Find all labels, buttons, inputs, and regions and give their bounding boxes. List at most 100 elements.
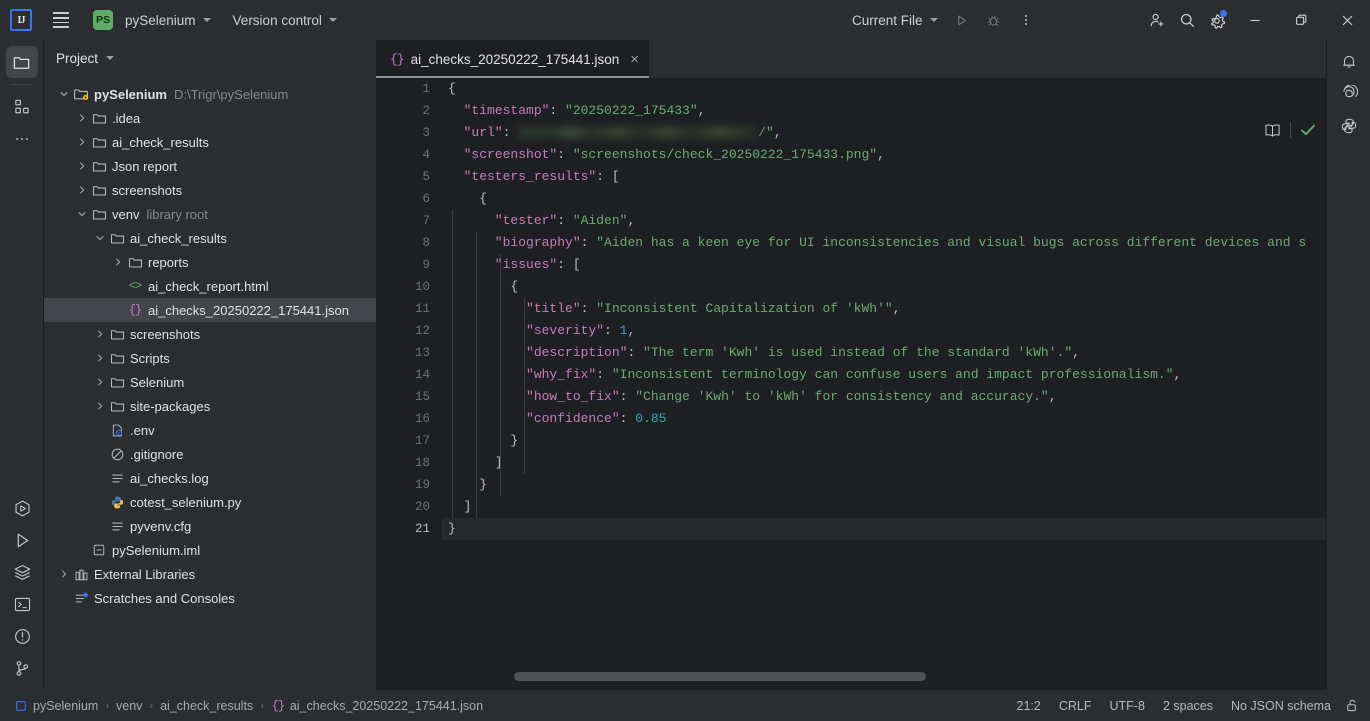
line-separator[interactable]: CRLF <box>1059 699 1092 713</box>
python-packages-icon[interactable] <box>1333 110 1365 142</box>
code-line[interactable]: "url": /", <box>442 122 1326 144</box>
line-number[interactable]: 15 <box>376 386 442 408</box>
tree-row[interactable]: .env <box>44 418 376 442</box>
line-number[interactable]: 19 <box>376 474 442 496</box>
code-line[interactable]: { <box>442 188 1326 210</box>
project-selector[interactable]: PS pySelenium <box>86 7 218 33</box>
hamburger-menu-icon[interactable] <box>46 5 76 35</box>
code-line[interactable]: { <box>442 78 1326 100</box>
line-number[interactable]: 7 <box>376 210 442 232</box>
ai-assistant-icon[interactable] <box>1333 78 1365 110</box>
chevron-right-icon[interactable] <box>74 182 90 198</box>
inspections-ok-checkmark-icon[interactable] <box>1300 123 1316 137</box>
minimize-icon[interactable] <box>1232 0 1278 40</box>
chevron-right-icon[interactable] <box>92 350 108 366</box>
chevron-right-icon[interactable] <box>74 110 90 126</box>
code-line[interactable]: ] <box>442 452 1326 474</box>
tree-row[interactable]: pySelenium.iml <box>44 538 376 562</box>
line-number[interactable]: 14 <box>376 364 442 386</box>
json-schema-widget[interactable]: No JSON schema <box>1231 699 1331 713</box>
sidebar-item-run[interactable] <box>6 524 38 556</box>
breadcrumb-item[interactable]: venv <box>116 699 142 713</box>
caret-position[interactable]: 21:2 <box>1017 699 1041 713</box>
line-number[interactable]: 16 <box>376 408 442 430</box>
tree-row[interactable]: Scratches and Consoles <box>44 586 376 610</box>
code-line[interactable]: } <box>442 430 1326 452</box>
tree-row[interactable]: .gitignore <box>44 442 376 466</box>
tree-row[interactable]: Scripts <box>44 346 376 370</box>
line-number[interactable]: 12 <box>376 320 442 342</box>
sidebar-item-services[interactable] <box>6 556 38 588</box>
run-configuration-selector[interactable]: Current File <box>845 7 945 33</box>
chevron-right-icon[interactable] <box>92 374 108 390</box>
reading-mode-book-icon[interactable] <box>1264 123 1281 138</box>
chevron-down-icon[interactable] <box>92 230 108 246</box>
sidebar-item-coverage[interactable] <box>6 492 38 524</box>
breadcrumb-item[interactable]: {} ai_checks_20250222_175441.json <box>271 699 483 713</box>
search-icon[interactable] <box>1172 5 1202 35</box>
code-line[interactable]: "issues": [ <box>442 254 1326 276</box>
line-number[interactable]: 1 <box>376 78 442 100</box>
line-number[interactable]: 21 <box>376 518 442 540</box>
line-number[interactable]: 10 <box>376 276 442 298</box>
code-content[interactable]: { "timestamp": "20250222_175433", "url":… <box>442 78 1326 690</box>
breadcrumb-item[interactable]: ai_check_results <box>160 699 253 713</box>
code-line[interactable]: "why_fix": "Inconsistent terminology can… <box>442 364 1326 386</box>
sidebar-item-terminal[interactable] <box>6 588 38 620</box>
line-number[interactable]: 9 <box>376 254 442 276</box>
breadcrumb[interactable]: pySelenium › venv › ai_check_results › {} ai_ch… <box>0 699 483 713</box>
code-line[interactable]: { <box>442 276 1326 298</box>
close-icon[interactable] <box>1324 0 1370 40</box>
tree-row[interactable]: ai_check_results <box>44 226 376 250</box>
chevron-down-icon[interactable] <box>56 86 72 102</box>
ij-logo-icon[interactable]: IJ <box>10 9 32 31</box>
line-number[interactable]: 13 <box>376 342 442 364</box>
line-number[interactable]: 17 <box>376 430 442 452</box>
version-control-widget[interactable]: Version control <box>226 7 344 33</box>
code-line[interactable]: "testers_results": [ <box>442 166 1326 188</box>
tree-row[interactable]: screenshots <box>44 178 376 202</box>
horizontal-scrollbar-thumb[interactable] <box>514 672 926 681</box>
code-line[interactable]: } <box>442 518 1326 540</box>
code-line[interactable]: "timestamp": "20250222_175433", <box>442 100 1326 122</box>
file-encoding[interactable]: UTF-8 <box>1110 699 1145 713</box>
sidebar-item-more-tool-windows[interactable] <box>6 123 38 155</box>
line-number[interactable]: 4 <box>376 144 442 166</box>
line-number[interactable]: 6 <box>376 188 442 210</box>
code-line[interactable]: "biography": "Aiden has a keen eye for U… <box>442 232 1326 254</box>
chevron-right-icon[interactable] <box>74 158 90 174</box>
line-number[interactable]: 5 <box>376 166 442 188</box>
maximize-icon[interactable] <box>1278 0 1324 40</box>
close-tab-icon[interactable]: × <box>630 52 639 67</box>
code-line[interactable]: "severity": 1, <box>442 320 1326 342</box>
code-line[interactable]: "title": "Inconsistent Capitalization of… <box>442 298 1326 320</box>
line-number-gutter[interactable]: 1 2 3 4 5 6 7 8 9 10 11 12 13 14 15 16 17 18 19 20 21 <box>376 78 442 690</box>
tree-row[interactable]: Selenium <box>44 370 376 394</box>
sidebar-item-structure[interactable] <box>6 91 38 123</box>
tree-row[interactable]: ai_check_results <box>44 130 376 154</box>
sidebar-item-version-control[interactable] <box>6 652 38 684</box>
notifications-bell-icon[interactable] <box>1333 46 1365 78</box>
tree-row[interactable]: Json report <box>44 154 376 178</box>
chevron-down-icon[interactable] <box>74 206 90 222</box>
sidebar-item-problems[interactable] <box>6 620 38 652</box>
settings-gear-icon[interactable] <box>1202 5 1232 35</box>
indent-setting[interactable]: 2 spaces <box>1163 699 1213 713</box>
tree-row[interactable]: pyvenv.cfg <box>44 514 376 538</box>
code-line[interactable]: "how_to_fix": "Change 'Kwh' to 'kWh' for… <box>442 386 1326 408</box>
line-number[interactable]: 8 <box>376 232 442 254</box>
code-line[interactable]: "tester": "Aiden", <box>442 210 1326 232</box>
code-line[interactable]: } <box>442 474 1326 496</box>
project-panel-header[interactable]: Project <box>44 40 376 76</box>
code-line[interactable]: "confidence": 0.85 <box>442 408 1326 430</box>
account-icon[interactable] <box>1142 5 1172 35</box>
chevron-right-icon[interactable] <box>74 134 90 150</box>
tree-row[interactable]: External Libraries <box>44 562 376 586</box>
chevron-right-icon[interactable] <box>92 398 108 414</box>
tree-row[interactable]: site-packages <box>44 394 376 418</box>
line-number[interactable]: 3 <box>376 122 442 144</box>
more-actions-icon[interactable] <box>1011 5 1041 35</box>
chevron-right-icon[interactable] <box>56 566 72 582</box>
chevron-right-icon[interactable] <box>92 326 108 342</box>
breadcrumb-item[interactable]: pySelenium <box>14 699 98 713</box>
